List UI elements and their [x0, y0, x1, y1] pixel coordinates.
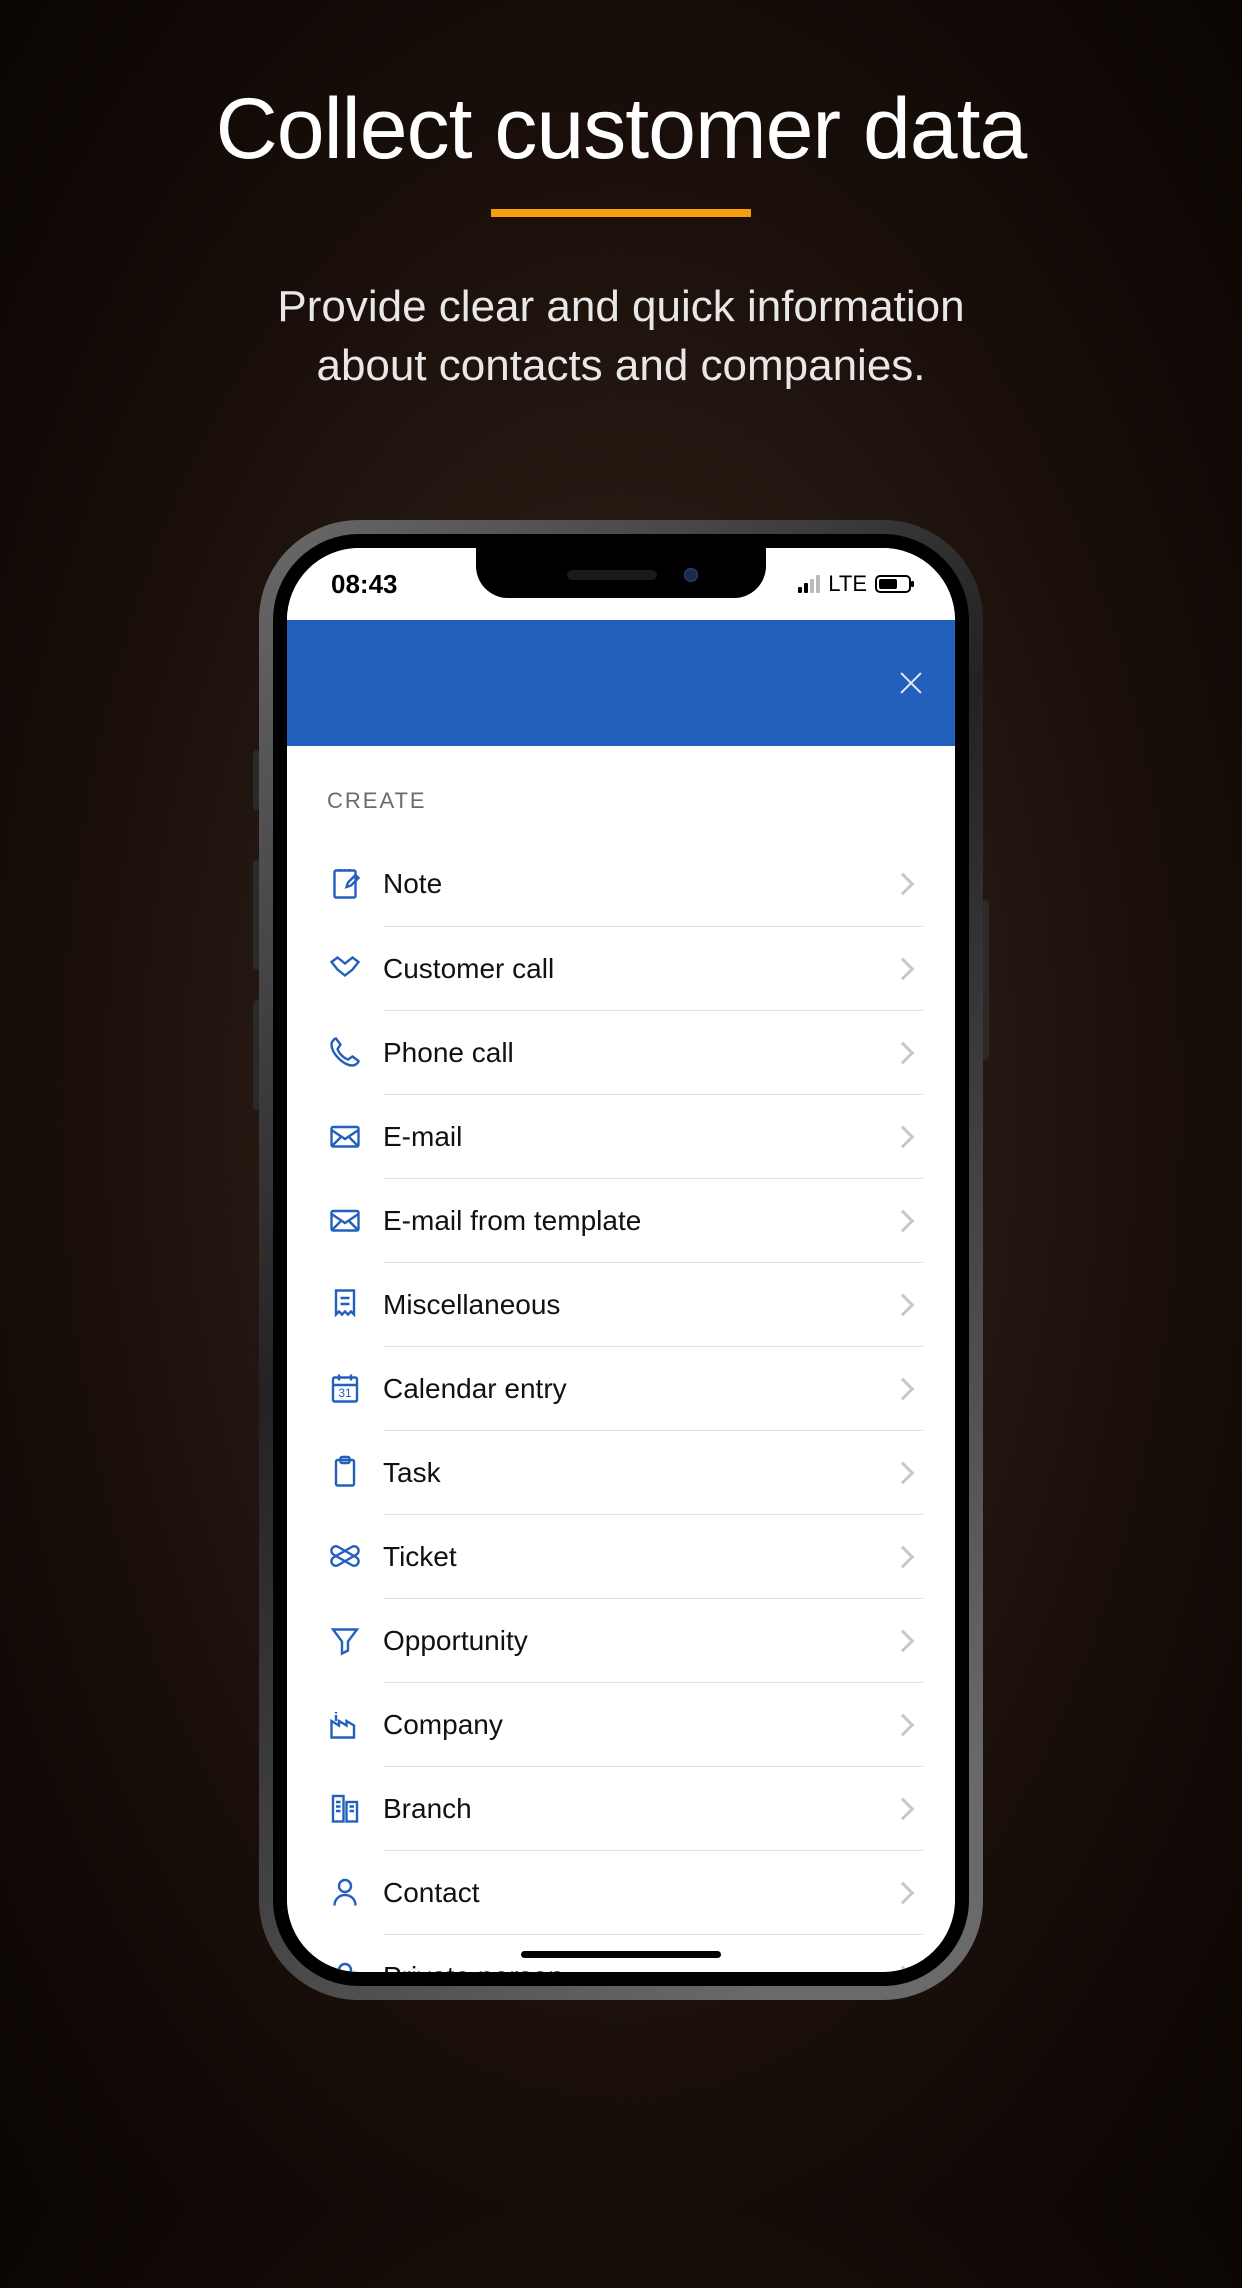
clipboard-icon	[327, 1454, 383, 1490]
menu-item-phone-call[interactable]: Phone call	[319, 1010, 923, 1094]
calendar-icon	[327, 1370, 383, 1406]
promo-subtitle: Provide clear and quick information abou…	[0, 277, 1242, 396]
promo-underline	[491, 209, 751, 217]
chevron-right-icon	[892, 1629, 915, 1652]
battery-icon	[875, 575, 911, 593]
funnel-icon	[327, 1622, 383, 1658]
factory-icon	[327, 1706, 383, 1742]
section-header-create: CREATE	[327, 788, 923, 814]
phone-mockup: 08:43 LTE CREATE Note Customer call Phone …	[259, 520, 983, 2000]
chevron-right-icon	[892, 957, 915, 980]
menu-item-label: Ticket	[383, 1541, 457, 1573]
menu-item-ticket[interactable]: Ticket	[319, 1514, 923, 1598]
mail-icon	[327, 1118, 383, 1154]
menu-item-e-mail[interactable]: E-mail	[319, 1094, 923, 1178]
menu-item-label: Opportunity	[383, 1625, 528, 1657]
menu-item-label: Company	[383, 1709, 503, 1741]
menu-item-note[interactable]: Note	[319, 842, 923, 926]
promo-title: Collect customer data	[0, 80, 1242, 179]
promo-subtitle-line1: Provide clear and quick information	[277, 282, 964, 331]
menu-item-label: Branch	[383, 1793, 472, 1825]
bandage-icon	[327, 1538, 383, 1574]
status-time: 08:43	[331, 569, 398, 600]
menu-item-miscellaneous[interactable]: Miscellaneous	[319, 1262, 923, 1346]
handshake-icon	[327, 950, 383, 986]
phone-icon	[327, 1034, 383, 1070]
menu-item-task[interactable]: Task	[319, 1430, 923, 1514]
menu-item-label: Calendar entry	[383, 1373, 567, 1405]
chevron-right-icon	[892, 1881, 915, 1904]
menu-item-label: Contact	[383, 1877, 480, 1909]
menu-item-label: Note	[383, 868, 442, 900]
chevron-right-icon	[892, 1125, 915, 1148]
menu-item-label: Miscellaneous	[383, 1289, 560, 1321]
menu-item-contact[interactable]: Contact	[319, 1850, 923, 1934]
menu-item-label: Task	[383, 1457, 441, 1489]
menu-item-calendar-entry[interactable]: Calendar entry	[319, 1346, 923, 1430]
menu-item-label: E-mail from template	[383, 1205, 641, 1237]
chevron-right-icon	[892, 1293, 915, 1316]
chevron-right-icon	[892, 1041, 915, 1064]
person-icon	[327, 1874, 383, 1910]
chevron-right-icon	[892, 873, 915, 896]
menu-item-customer-call[interactable]: Customer call	[319, 926, 923, 1010]
mail-icon	[327, 1202, 383, 1238]
chevron-right-icon	[892, 1545, 915, 1568]
close-icon[interactable]	[895, 667, 927, 699]
phone-notch	[476, 548, 766, 598]
menu-item-opportunity[interactable]: Opportunity	[319, 1598, 923, 1682]
network-label: LTE	[828, 571, 867, 597]
menu-item-label: Phone call	[383, 1037, 514, 1069]
promo-subtitle-line2: about contacts and companies.	[316, 341, 925, 390]
menu-item-branch[interactable]: Branch	[319, 1766, 923, 1850]
building-icon	[327, 1790, 383, 1826]
menu-item-label: Private person	[383, 1961, 564, 1973]
chevron-right-icon	[892, 1209, 915, 1232]
chevron-right-icon	[892, 1797, 915, 1820]
app-header	[287, 620, 955, 746]
create-menu-list: Note Customer call Phone call E-mail E-mail …	[319, 842, 923, 1972]
signal-icon	[798, 575, 820, 593]
menu-item-label: Customer call	[383, 953, 554, 985]
chevron-right-icon	[892, 1377, 915, 1400]
menu-item-e-mail-from-template[interactable]: E-mail from template	[319, 1178, 923, 1262]
receipt-icon	[327, 1286, 383, 1322]
note-icon	[327, 866, 383, 902]
chevron-right-icon	[892, 1461, 915, 1484]
menu-item-label: E-mail	[383, 1121, 462, 1153]
chevron-right-icon	[892, 1713, 915, 1736]
menu-item-company[interactable]: Company	[319, 1682, 923, 1766]
home-indicator[interactable]	[521, 1951, 721, 1958]
